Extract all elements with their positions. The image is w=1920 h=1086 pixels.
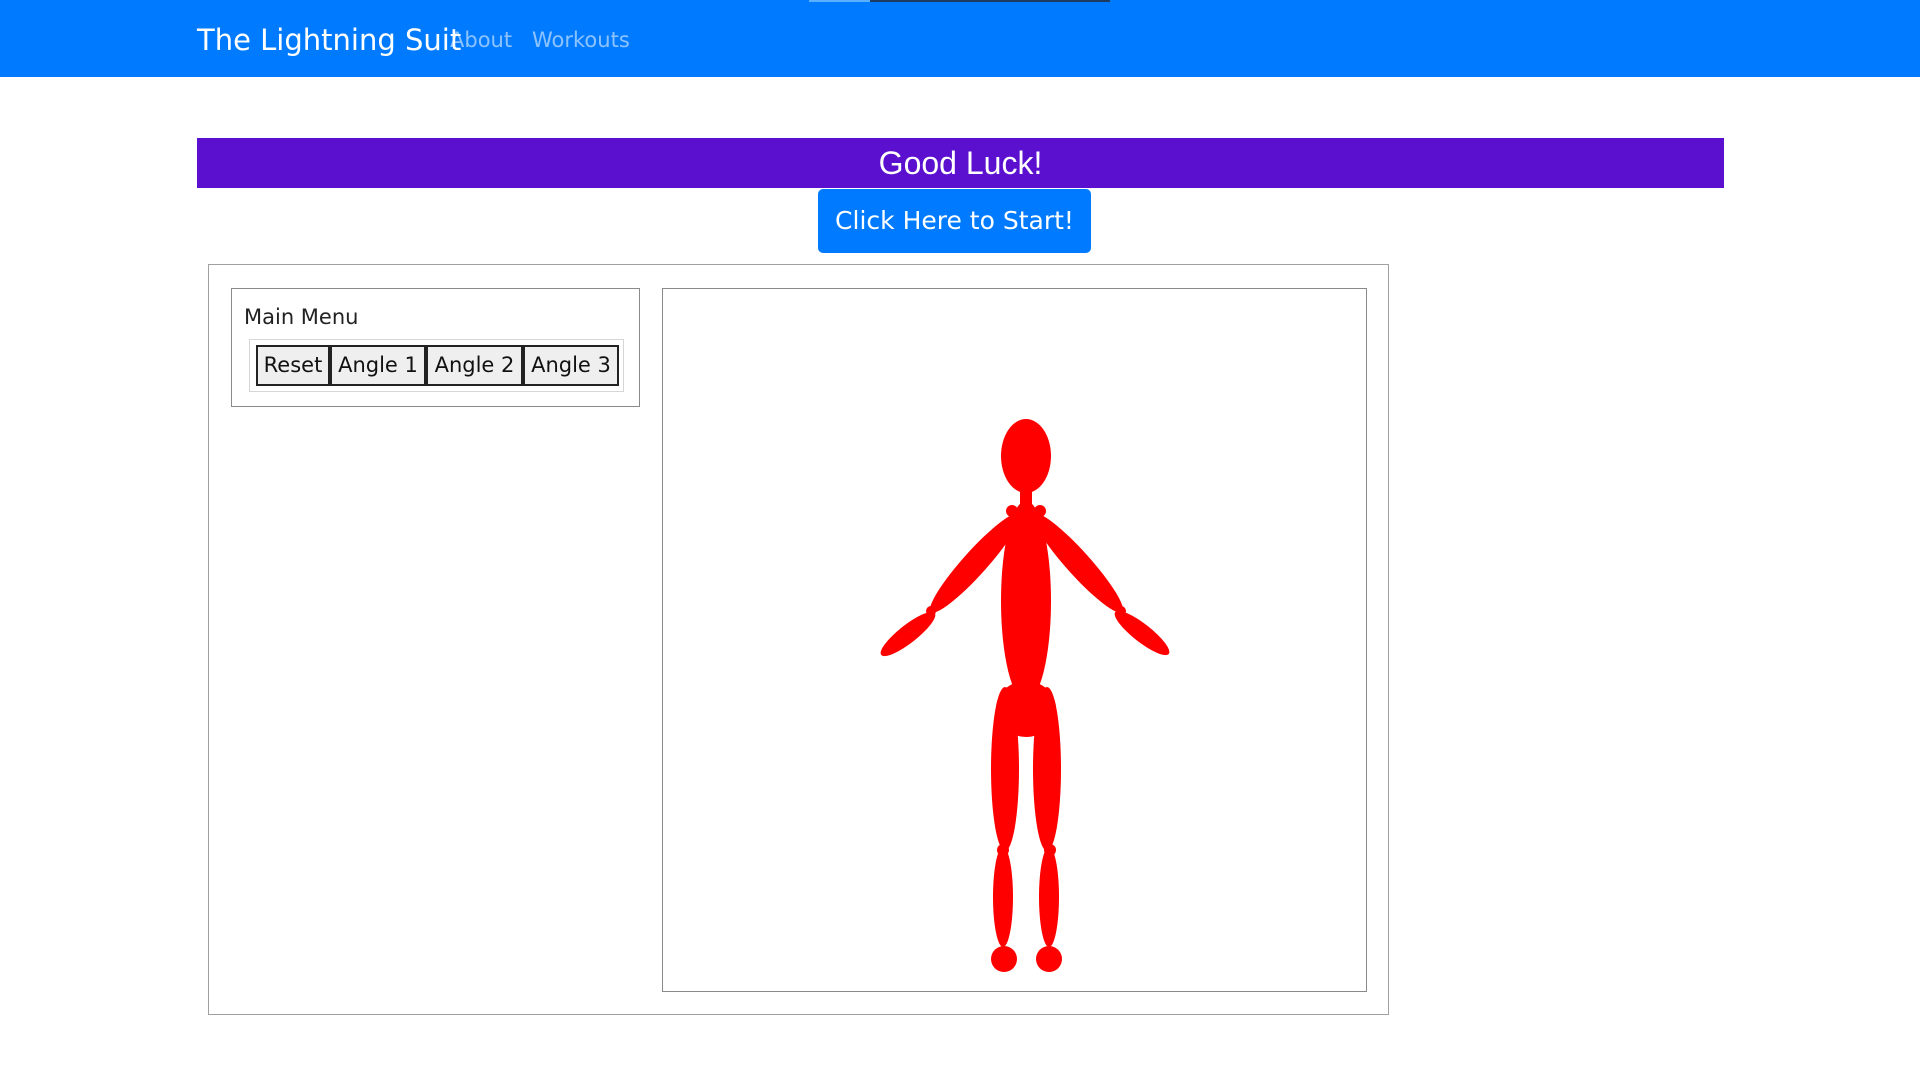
- figure-left-forearm: [880, 611, 936, 657]
- stick-figure: [880, 419, 1170, 972]
- angle-1-button[interactable]: Angle 1: [330, 345, 426, 386]
- brand-link[interactable]: The Lightning Suit: [197, 22, 461, 58]
- start-button[interactable]: Click Here to Start!: [818, 189, 1091, 253]
- figure-viewport[interactable]: [662, 288, 1367, 992]
- main-menu-title: Main Menu: [244, 305, 359, 329]
- nav-link-workouts[interactable]: Workouts: [532, 26, 630, 54]
- figure-right-shin: [1039, 847, 1059, 947]
- angle-button-group: Reset Angle 1 Angle 2 Angle 3: [249, 339, 624, 392]
- angle-2-button[interactable]: Angle 2: [426, 345, 523, 386]
- figure-right-forearm: [1114, 610, 1170, 656]
- figure-right-foot: [1036, 946, 1062, 972]
- figure-left-shin: [993, 847, 1013, 947]
- angle-3-button[interactable]: Angle 3: [523, 345, 619, 386]
- figure-left-thigh: [991, 687, 1019, 851]
- figure-right-thigh: [1033, 687, 1061, 851]
- good-luck-banner: Good Luck!: [197, 138, 1724, 188]
- main-menu-panel: Main Menu Reset Angle 1 Angle 2 Angle 3: [231, 288, 640, 407]
- nav-indicator-dark: [870, 0, 1110, 2]
- nav-indicator-light: [809, 0, 870, 2]
- nav-link-about[interactable]: About: [450, 26, 512, 54]
- figure-head: [1001, 419, 1051, 493]
- reset-button[interactable]: Reset: [256, 345, 330, 386]
- top-navbar: The Lightning Suit About Workouts: [0, 0, 1920, 77]
- figure-left-foot: [991, 946, 1017, 972]
